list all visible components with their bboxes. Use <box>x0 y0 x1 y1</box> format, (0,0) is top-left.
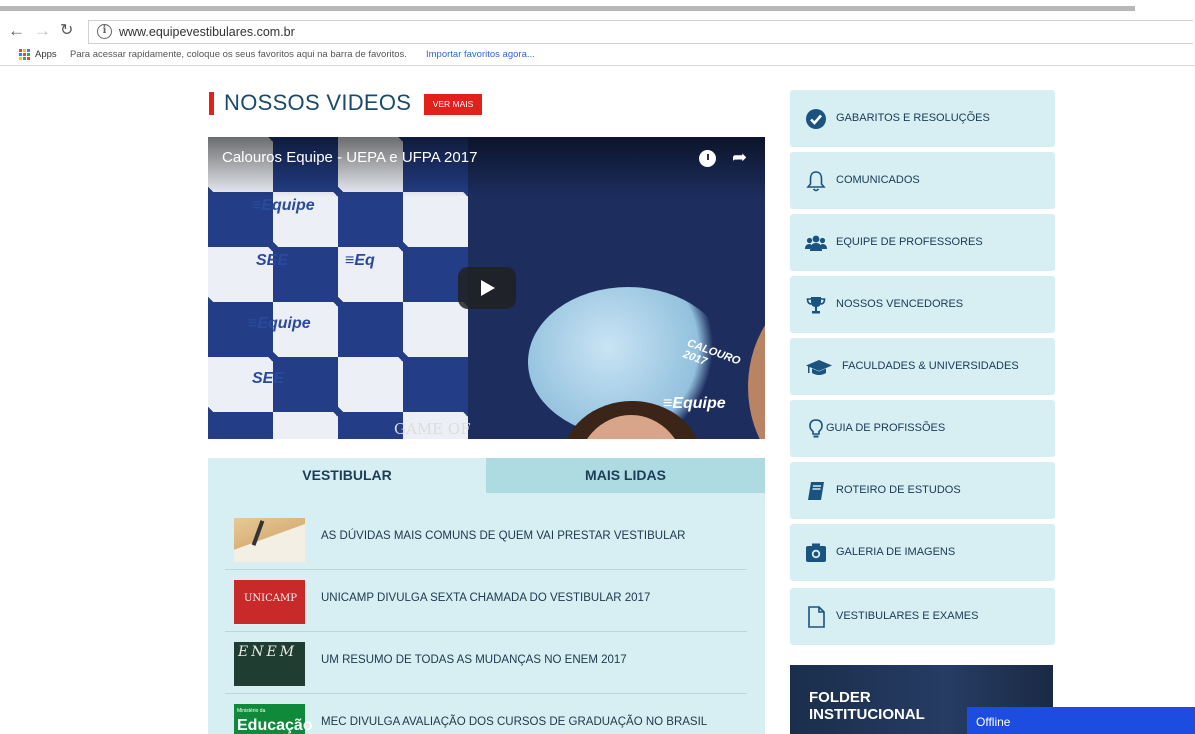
import-bookmarks-link[interactable]: Importar favoritos agora... <box>426 49 535 60</box>
browser-toolbar: ← → ↻ i www.equipevestibulares.com.br <box>0 18 1195 46</box>
sidebar-item-label: GALERIA DE IMAGENS <box>836 546 956 558</box>
chat-widget[interactable]: Offline <box>967 707 1195 734</box>
apps-label[interactable]: Apps <box>35 49 57 60</box>
check-circle-icon <box>805 108 827 130</box>
apps-grid-icon[interactable] <box>19 49 30 60</box>
book-icon <box>805 480 827 502</box>
address-bar[interactable]: i www.equipevestibulares.com.br <box>88 20 1193 44</box>
info-icon[interactable]: i <box>97 24 112 39</box>
video-title[interactable]: Calouros Equipe - UEPA e UFPA 2017 <box>222 149 477 166</box>
thumbnail-text: UNICAMP <box>244 593 297 604</box>
section-title: NOSSOS VIDEOS <box>224 90 412 115</box>
shirt-text: GAME OF <box>394 420 471 438</box>
thumbnail-text: Educação <box>237 717 313 734</box>
news-title[interactable]: AS DÚVIDAS MAIS COMUNS DE QUEM VAI PREST… <box>321 528 741 545</box>
news-thumbnail[interactable]: UNICAMP <box>234 580 305 624</box>
back-arrow-icon[interactable]: ← <box>8 21 25 41</box>
backdrop-logo: SEE <box>252 370 285 387</box>
video-player[interactable]: ≡Equipe SEE ≡Eq ≡Equipe SEE CALOURO 2017… <box>208 137 765 439</box>
news-item[interactable]: AS DÚVIDAS MAIS COMUNS DE QUEM VAI PREST… <box>225 508 747 570</box>
sidebar-item-vestibulares[interactable]: VESTIBULARES E EXAMES <box>790 588 1055 645</box>
reload-icon[interactable]: ↻ <box>60 21 73 41</box>
backdrop-logo: ≡Eq <box>345 252 375 269</box>
thumbnail-text: Ministério da <box>237 708 266 714</box>
news-item[interactable]: UNICAMP UNICAMP DIVULGA SEXTA CHAMADA DO… <box>225 570 747 632</box>
banner-title: FOLDER INSTITUCIONAL <box>809 689 925 723</box>
bookmarks-bar: Apps Para acessar rapidamente, coloque o… <box>0 46 1195 66</box>
news-tabs-panel: VESTIBULAR MAIS LIDAS AS DÚVIDAS MAIS CO… <box>208 458 765 734</box>
sidebar-item-label: VESTIBULARES E EXAMES <box>836 610 979 622</box>
backdrop-logo: ≡Equipe <box>252 197 315 214</box>
sidebar-item-vencedores[interactable]: NOSSOS VENCEDORES <box>790 276 1055 333</box>
news-thumbnail[interactable]: ENEM <box>234 642 305 686</box>
lightbulb-icon <box>805 418 827 440</box>
person <box>748 287 765 439</box>
sidebar-item-label: NOSSOS VENCEDORES <box>836 298 964 310</box>
share-icon[interactable]: ➦ <box>732 147 747 168</box>
news-title[interactable]: UNICAMP DIVULGA SEXTA CHAMADA DO VESTIBU… <box>321 590 741 607</box>
news-title[interactable]: MEC DIVULGA AVALIAÇÃO DOS CURSOS DE GRAD… <box>321 714 741 731</box>
sidebar-item-label: ROTEIRO DE ESTUDOS <box>836 484 961 496</box>
sidebar-item-label: EQUIPE DE PROFESSORES <box>836 236 983 248</box>
camera-icon <box>805 542 827 564</box>
news-item[interactable]: ENEM UM RESUMO DE TODAS AS MUDANÇAS NO E… <box>225 632 747 694</box>
news-thumbnail[interactable] <box>234 518 305 562</box>
chat-status[interactable]: Offline <box>976 715 1010 729</box>
url-text[interactable]: www.equipevestibulares.com.br <box>119 25 295 39</box>
sidebar-item-professores[interactable]: EQUIPE DE PROFESSORES <box>790 214 1055 271</box>
news-thumbnail[interactable]: Ministério da Educação <box>234 704 313 734</box>
sidebar-item-label: FACULDADES & UNIVERSIDADES <box>842 360 1019 372</box>
sidebar-item-comunicados[interactable]: COMUNICADOS <box>790 152 1055 209</box>
see-more-button[interactable]: VER MAIS <box>424 94 482 115</box>
sidebar-item-faculdades[interactable]: FACULDADES & UNIVERSIDADES <box>790 338 1055 395</box>
tab-bar <box>0 6 1135 11</box>
title-gradient <box>208 137 765 197</box>
trophy-icon <box>805 294 827 316</box>
file-icon <box>805 606 827 628</box>
sidebar-item-profissoes[interactable]: GUIA DE PROFISSÕES <box>790 400 1055 457</box>
tab-mais-lidas[interactable]: MAIS LIDAS <box>486 458 765 493</box>
news-title[interactable]: UM RESUMO DE TODAS AS MUDANÇAS NO ENEM 2… <box>321 652 741 669</box>
sidebar-item-label: GUIA DE PROFISSÕES <box>826 422 946 434</box>
graduation-cap-icon <box>805 356 833 378</box>
tab-vestibular[interactable]: VESTIBULAR <box>208 458 486 493</box>
users-icon <box>805 232 827 254</box>
bell-icon <box>805 170 827 192</box>
sidebar-item-galeria[interactable]: GALERIA DE IMAGENS <box>790 524 1055 581</box>
banner-title-line: INSTITUCIONAL <box>809 706 925 723</box>
backdrop-logo: SEE <box>256 252 289 269</box>
thumbnail-text: ENEM <box>238 644 298 660</box>
forward-arrow-icon[interactable]: → <box>34 21 51 41</box>
browser-tabstrip <box>0 0 1195 18</box>
sidebar-item-label: COMUNICADOS <box>836 174 920 186</box>
shirt-logo: ≡Equipe <box>663 395 726 412</box>
sidebar-item-label: GABARITOS E RESOLUÇÕES <box>836 112 990 124</box>
heading-accent-bar <box>209 92 214 115</box>
play-button[interactable] <box>458 267 516 309</box>
backdrop-logo: ≡Equipe <box>248 315 311 332</box>
bookmarks-hint: Para acessar rapidamente, coloque os seu… <box>70 49 407 60</box>
banner-title-line: FOLDER <box>809 689 871 706</box>
news-item[interactable]: Ministério da Educação MEC DIVULGA AVALI… <box>225 694 747 734</box>
sidebar-item-roteiro[interactable]: ROTEIRO DE ESTUDOS <box>790 462 1055 519</box>
sidebar-item-gabaritos[interactable]: GABARITOS E RESOLUÇÕES <box>790 90 1055 147</box>
watch-later-icon[interactable] <box>699 150 716 167</box>
